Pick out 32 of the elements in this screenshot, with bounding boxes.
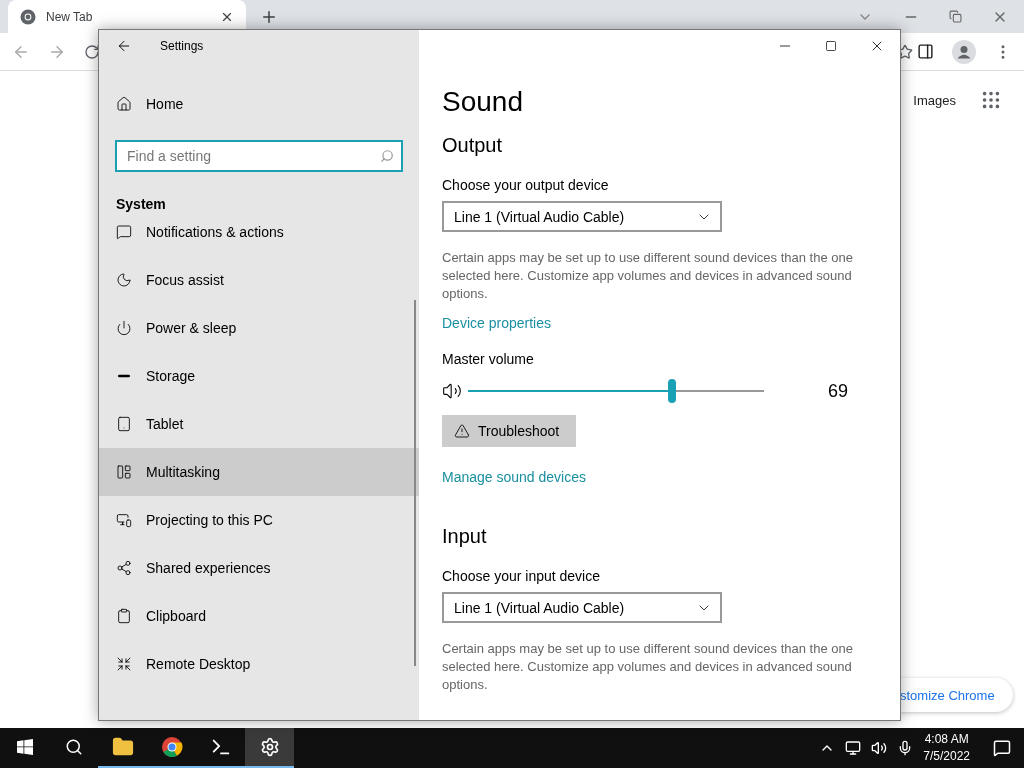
nav-item[interactable]: Focus assist — [99, 256, 419, 304]
output-device-label: Choose your output device — [442, 177, 610, 193]
output-heading: Output — [442, 134, 504, 157]
tab-title: New Tab — [46, 9, 94, 24]
device-properties-link[interactable]: Device properties — [442, 315, 900, 331]
nav-item[interactable]: Shared experiences — [99, 544, 419, 592]
input-device-dropdown[interactable]: Line 1 (Virtual Audio Cable) — [442, 592, 722, 623]
images-link[interactable]: Images — [913, 92, 956, 108]
master-volume-label: Master volume — [442, 351, 535, 367]
input-device-label: Choose your input device — [442, 568, 601, 584]
troubleshoot-button[interactable]: Troubleshoot — [442, 415, 576, 447]
browser-tab[interactable]: New Tab — [8, 0, 246, 33]
search-field[interactable]: Find a setting — [115, 140, 403, 172]
nav-item[interactable]: Remote Desktop — [99, 640, 419, 688]
output-note: Certain apps may be set up to use different sound devices than the one selected here. Customize app volumes and devices in advanced sound options. — [442, 249, 854, 303]
nav-item[interactable]: Multitasking — [99, 448, 419, 496]
input-note: Certain apps may be set up to use different sound devices than the one selected here. Customize app volumes and devices in advanced sound options. — [442, 640, 854, 694]
page-title: Sound — [442, 86, 524, 118]
nav-item[interactable]: Power & sleep — [99, 304, 419, 352]
section-heading: System — [116, 196, 167, 212]
customize-chrome-button[interactable]: stomize Chrome — [900, 678, 1013, 712]
clock[interactable]: 4:08 AM 7/5/2022 — [913, 728, 980, 768]
nav-item[interactable]: Storage — [99, 352, 419, 400]
manage-sound-devices-link[interactable]: Manage sound devices — [442, 469, 900, 485]
volume-reading: 69 — [828, 380, 849, 402]
nav-item[interactable]: Tablet — [99, 400, 419, 448]
nav-item[interactable]: Projecting to this PC — [99, 496, 419, 544]
nav-item[interactable]: Clipboard — [99, 592, 419, 640]
home-nav-item[interactable]: Home — [99, 80, 419, 128]
window-title: Settings — [160, 39, 204, 53]
input-heading: Input — [442, 525, 488, 548]
output-device-dropdown[interactable]: Line 1 (Virtual Audio Cable) — [442, 201, 722, 232]
